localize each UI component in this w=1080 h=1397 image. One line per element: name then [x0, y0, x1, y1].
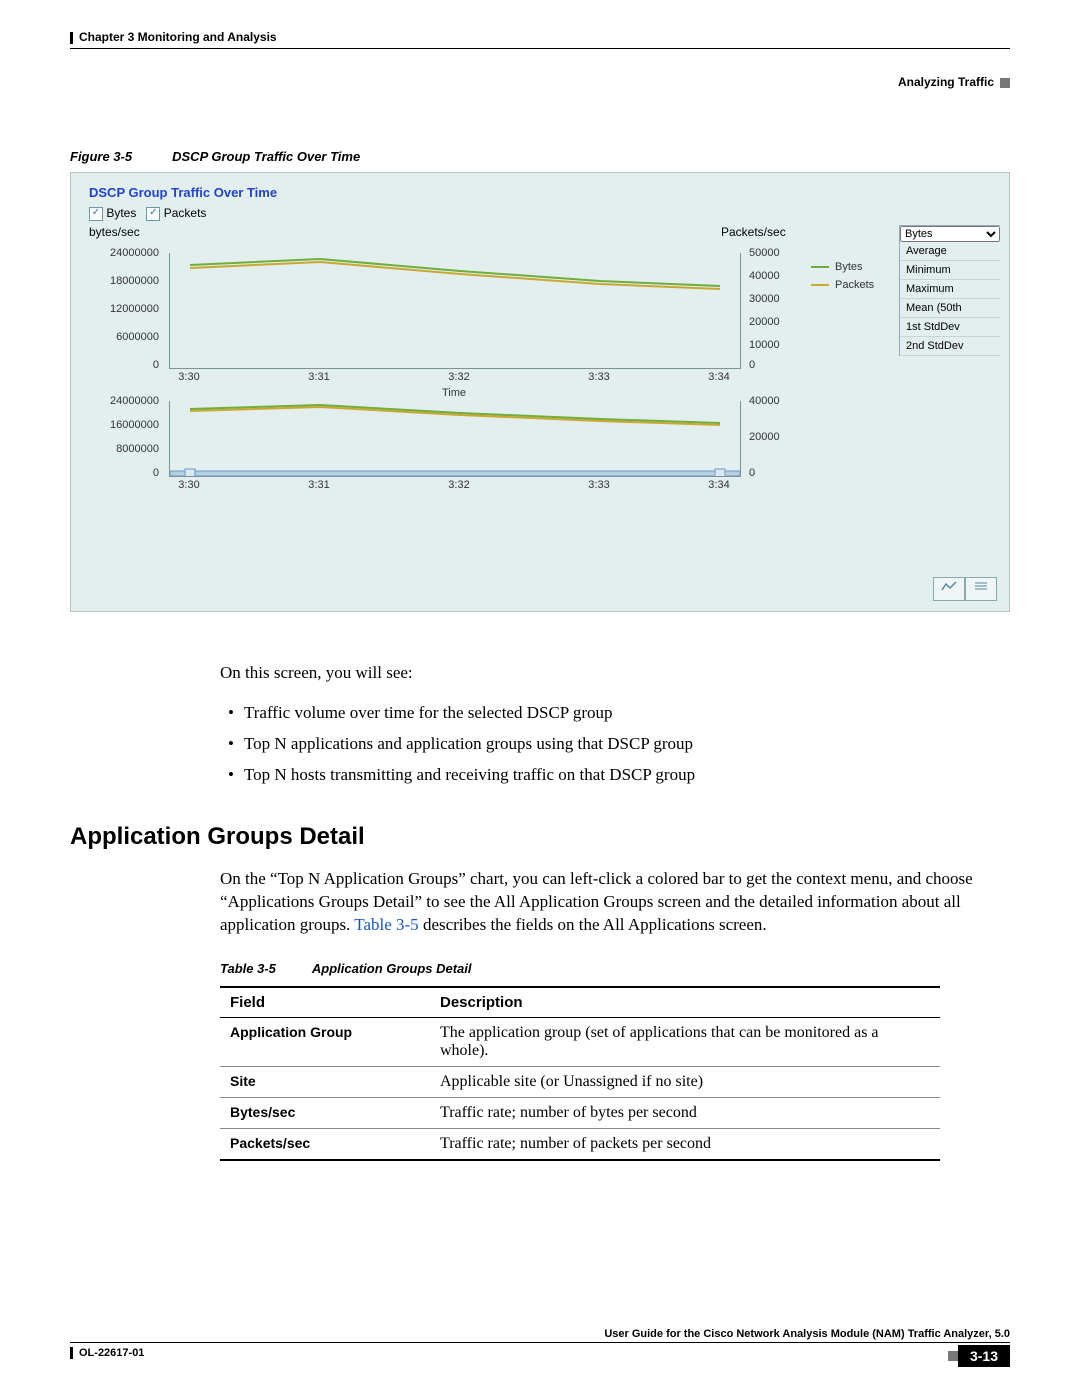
legend-packets-swatch — [811, 284, 829, 286]
stats-row: 1st StdDev — [900, 318, 1000, 337]
page-number-badge: 3-13 — [958, 1345, 1010, 1367]
y-tick: 24000000 — [89, 247, 159, 259]
y-tick-right: 10000 — [749, 339, 799, 351]
table-number: Table 3-5 — [220, 961, 276, 976]
y-right-axis-label: Packets/sec — [721, 225, 786, 239]
y-tick: 8000000 — [89, 443, 159, 455]
x-tick: 3:31 — [308, 371, 329, 383]
table-header-field: Field — [220, 987, 430, 1018]
list-item: Top N applications and application group… — [228, 733, 1010, 756]
table-row: Site Applicable site (or Unassigned if n… — [220, 1066, 940, 1097]
table-row: Packets/sec Traffic rate; number of pack… — [220, 1128, 940, 1160]
stats-row: Mean (50th — [900, 299, 1000, 318]
x-tick: 3:33 — [588, 479, 609, 491]
y-tick-right: 40000 — [749, 270, 799, 282]
panel-title: DSCP Group Traffic Over Time — [71, 173, 1009, 206]
x-tick: 3:30 — [178, 371, 199, 383]
packets-checkbox-label: Packets — [164, 206, 207, 220]
time-axis-label: Time — [169, 387, 739, 399]
table-row: Application Group The application group … — [220, 1017, 940, 1066]
y-tick-right: 0 — [749, 359, 799, 371]
x-tick: 3:34 — [708, 371, 729, 383]
section-paragraph: On the “Top N Application Groups” chart,… — [220, 868, 1010, 937]
x-tick: 3:33 — [588, 371, 609, 383]
table-reference-link[interactable]: Table 3-5 — [354, 915, 418, 934]
y-tick: 6000000 — [89, 331, 159, 343]
section-marker-icon — [1000, 78, 1010, 88]
y-tick-right: 50000 — [749, 247, 799, 259]
list-item: Traffic volume over time for the selecte… — [228, 702, 1010, 725]
table-title: Application Groups Detail — [312, 961, 472, 976]
y-left-axis-label: bytes/sec — [89, 225, 140, 239]
y-tick-right: 0 — [749, 467, 799, 479]
chart-area: 24000000 18000000 12000000 6000000 0 500… — [89, 253, 879, 501]
x-tick: 3:34 — [708, 479, 729, 491]
y-tick-right: 30000 — [749, 293, 799, 305]
legend-bytes-swatch — [811, 266, 829, 268]
stats-row: Maximum — [900, 280, 1000, 299]
chapter-header: Chapter 3 Monitoring and Analysis — [79, 30, 277, 44]
y-tick: 0 — [89, 467, 159, 479]
y-tick: 16000000 — [89, 419, 159, 431]
stats-row: Minimum — [900, 261, 1000, 280]
page-marker-icon — [948, 1351, 958, 1361]
y-tick: 18000000 — [89, 275, 159, 287]
figure-title: DSCP Group Traffic Over Time — [172, 149, 360, 164]
footer-guide-title: User Guide for the Cisco Network Analysi… — [70, 1328, 1010, 1343]
chart-view-icon[interactable] — [933, 577, 965, 601]
table-header-desc: Description — [430, 987, 940, 1018]
bytes-checkbox[interactable]: ✓ — [89, 207, 103, 221]
feature-list: Traffic volume over time for the selecte… — [220, 702, 1010, 787]
figure-number: Figure 3-5 — [70, 149, 132, 164]
bytes-checkbox-label: Bytes — [106, 206, 136, 220]
list-item: Top N hosts transmitting and receiving t… — [228, 764, 1010, 787]
y-tick-right: 20000 — [749, 431, 799, 443]
y-tick: 24000000 — [89, 395, 159, 407]
stats-row: Average — [900, 242, 1000, 261]
packets-checkbox[interactable]: ✓ — [146, 207, 160, 221]
section-header: Analyzing Traffic — [898, 75, 994, 89]
stats-metric-select[interactable]: Bytes — [900, 226, 1000, 242]
y-tick: 12000000 — [89, 303, 159, 315]
y-tick-right: 20000 — [749, 316, 799, 328]
stats-row: 2nd StdDev — [900, 337, 1000, 356]
application-groups-table: Field Description Application Group The … — [220, 986, 940, 1161]
legend-packets-label: Packets — [835, 279, 874, 291]
y-tick: 0 — [89, 359, 159, 371]
y-tick-right: 40000 — [749, 395, 799, 407]
x-tick: 3:30 — [178, 479, 199, 491]
intro-text: On this screen, you will see: — [220, 662, 1010, 685]
dscp-chart-screenshot: DSCP Group Traffic Over Time ✓ Bytes ✓ P… — [70, 172, 1010, 612]
section-heading: Application Groups Detail — [70, 823, 1010, 851]
legend-bytes-label: Bytes — [835, 261, 863, 273]
table-row: Bytes/sec Traffic rate; number of bytes … — [220, 1097, 940, 1128]
x-tick: 3:32 — [448, 371, 469, 383]
table-view-icon[interactable] — [965, 577, 997, 601]
x-tick: 3:31 — [308, 479, 329, 491]
stats-panel: Bytes Average Minimum Maximum Mean (50th… — [899, 225, 1000, 356]
doc-id: OL-22617-01 — [79, 1347, 144, 1359]
x-tick: 3:32 — [448, 479, 469, 491]
chart-legend: Bytes Packets — [811, 255, 874, 297]
